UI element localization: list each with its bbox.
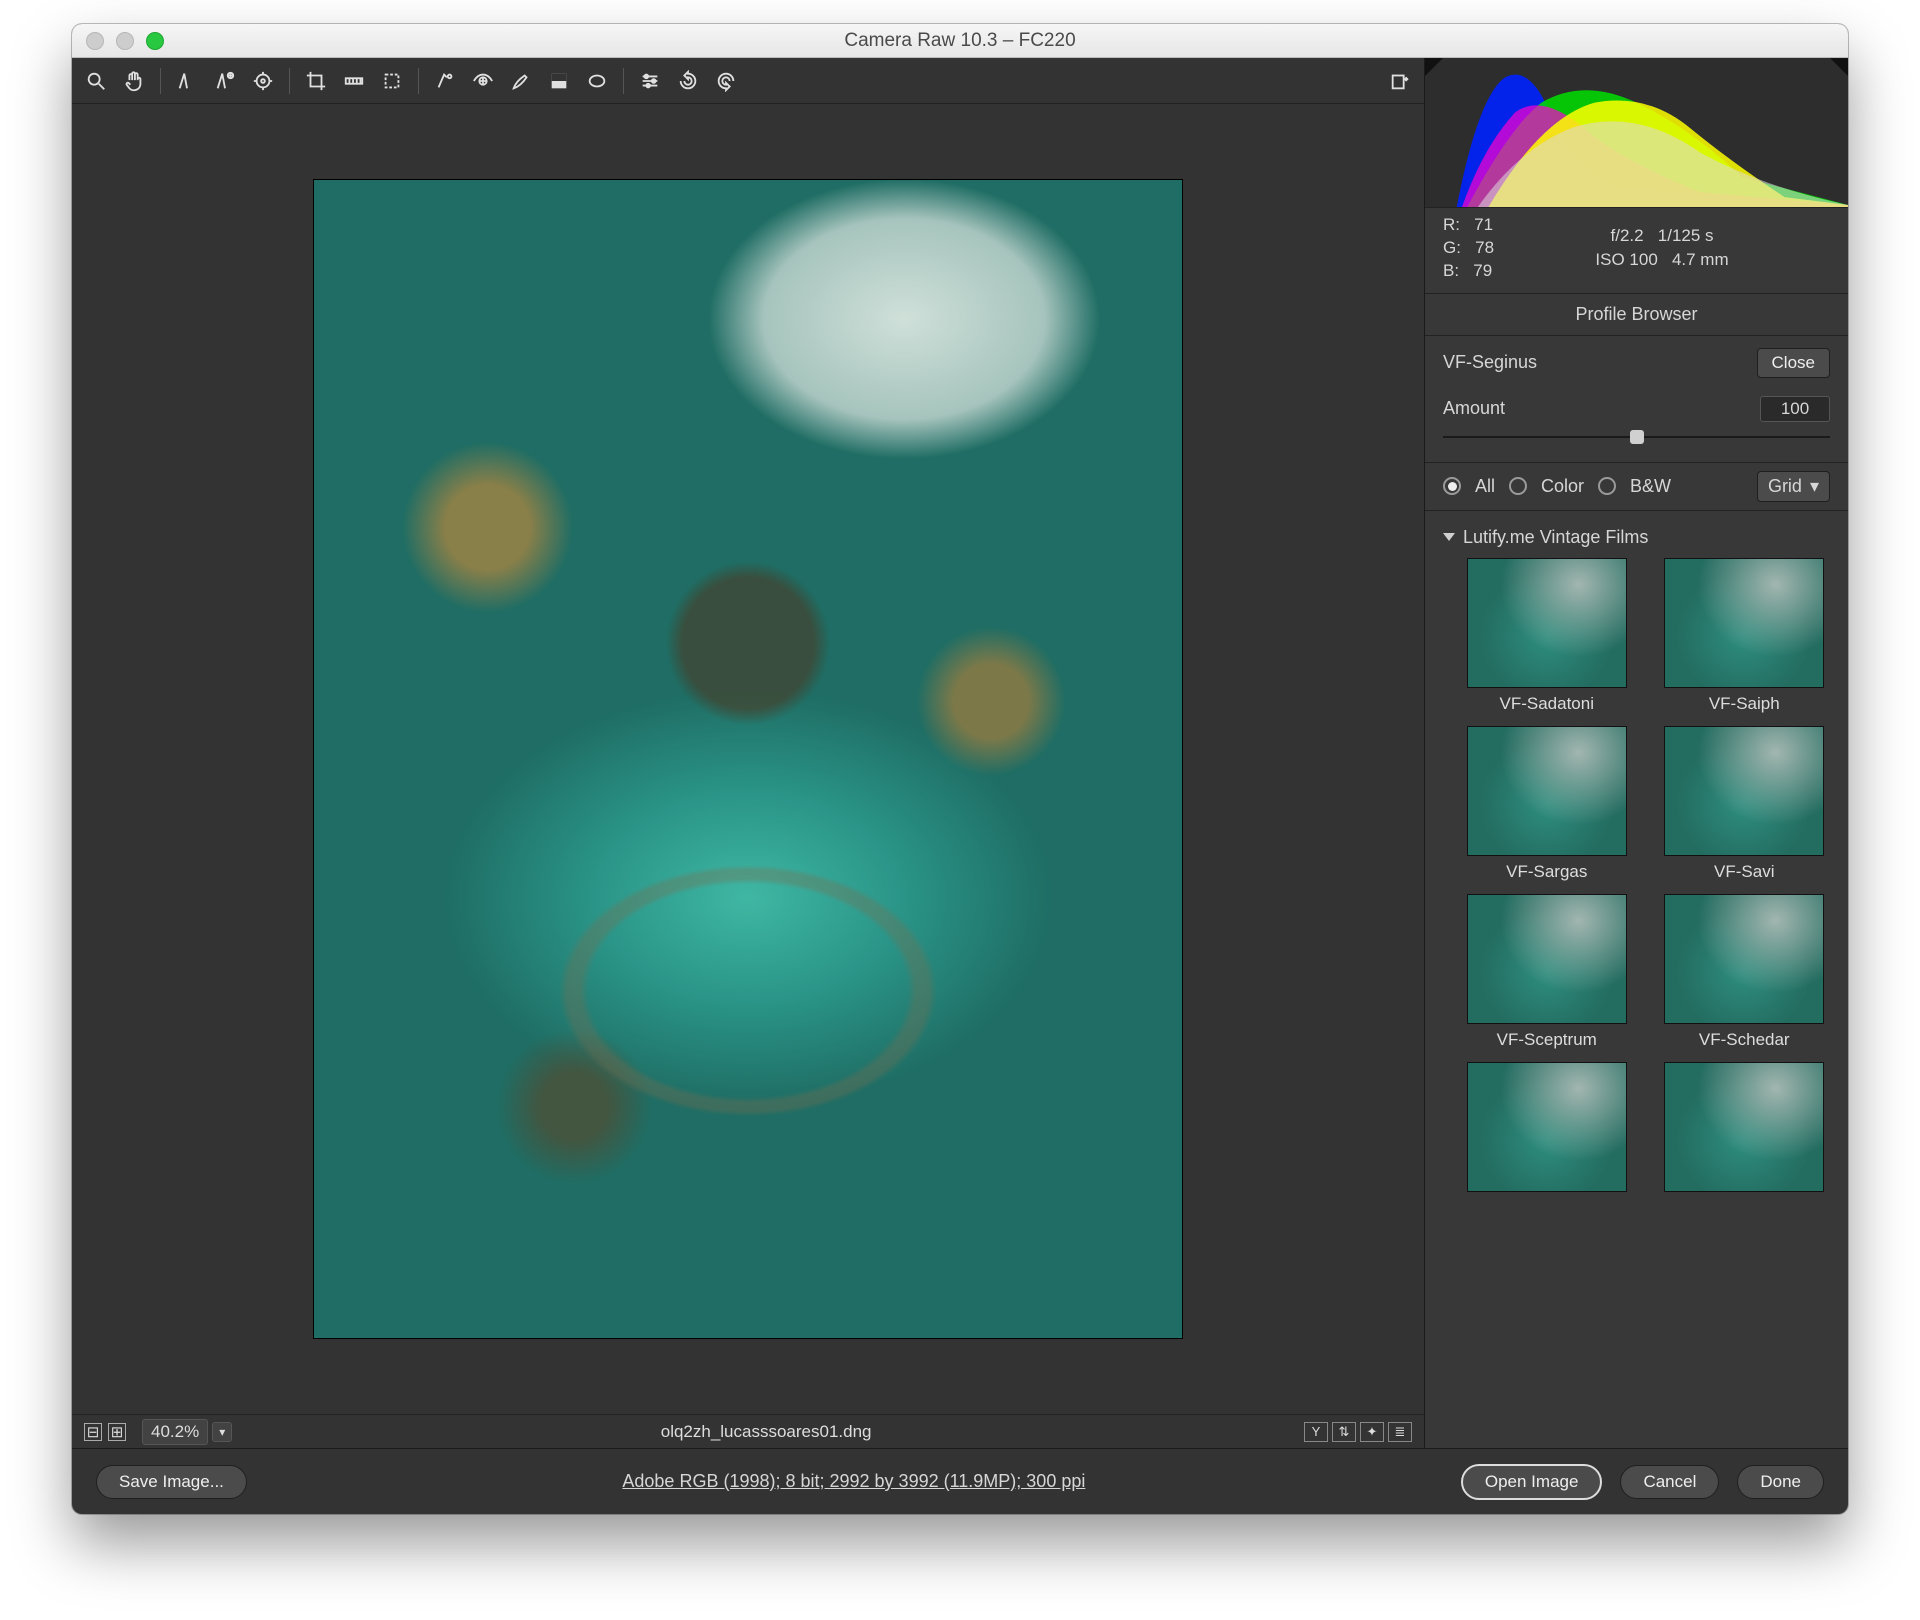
rgb-readout: R: 71 G: 78 B: 79 xyxy=(1443,214,1494,283)
profile-thumb-label: VF-Sadatoni xyxy=(1500,694,1595,714)
view-mode-select[interactable]: Grid ▾ xyxy=(1757,471,1830,502)
filter-bw-label: B&W xyxy=(1630,476,1671,497)
red-eye-icon[interactable] xyxy=(469,67,497,95)
profile-thumb-image xyxy=(1664,1062,1824,1192)
open-image-button[interactable]: Open Image xyxy=(1461,1464,1603,1500)
chevron-down-icon: ▾ xyxy=(1810,476,1819,497)
readout: R: 71 G: 78 B: 79 f/2.2 1/125 s ISO 100 … xyxy=(1425,208,1848,294)
filter-color-label: Color xyxy=(1541,476,1584,497)
histogram[interactable] xyxy=(1425,58,1848,208)
profile-thumb[interactable]: VF-Savi xyxy=(1655,726,1835,882)
profile-thumb-label: VF-Saiph xyxy=(1709,694,1780,714)
highlight-clip-icon[interactable] xyxy=(1830,58,1848,76)
left-pane: ⊟ ⊞ 40.2% ▾ olq2zh_lucasssoares01.dng Y … xyxy=(72,58,1424,1448)
zoom-out-icon[interactable]: ⊟ xyxy=(84,1423,102,1441)
profile-thumb-image xyxy=(1664,558,1824,688)
profile-thumb-image xyxy=(1467,558,1627,688)
filter-all-radio[interactable] xyxy=(1443,477,1461,495)
swap-icon[interactable]: ⇅ xyxy=(1332,1422,1356,1442)
window-title: Camera Raw 10.3 – FC220 xyxy=(72,30,1848,52)
profile-thumb[interactable]: VF-Saiph xyxy=(1655,558,1835,714)
amount-input[interactable]: 100 xyxy=(1760,396,1830,422)
save-image-button[interactable]: Save Image... xyxy=(96,1465,247,1499)
zoom-level[interactable]: 40.2% xyxy=(142,1419,208,1445)
disclosure-triangle-icon xyxy=(1443,533,1455,541)
before-after-icon[interactable]: Y xyxy=(1304,1422,1328,1442)
footer: Save Image... Adobe RGB (1998); 8 bit; 2… xyxy=(72,1448,1848,1514)
zoom-bar: ⊟ ⊞ 40.2% ▾ olq2zh_lucasssoares01.dng Y … xyxy=(72,1414,1424,1448)
app-window: Camera Raw 10.3 – FC220 xyxy=(72,24,1848,1514)
filter-all-label: All xyxy=(1475,476,1495,497)
profile-group-header[interactable]: Lutify.me Vintage Films xyxy=(1439,521,1834,558)
amount-label: Amount xyxy=(1443,398,1760,419)
filmstrip-icon[interactable]: ≣ xyxy=(1388,1422,1412,1442)
hand-tool-icon[interactable] xyxy=(120,67,148,95)
profile-thumb[interactable]: VF-Sargas xyxy=(1457,726,1637,882)
target-adjust-icon[interactable] xyxy=(249,67,277,95)
profile-thumb[interactable]: VF-Sceptrum xyxy=(1457,894,1637,1050)
open-copy-icon[interactable] xyxy=(1386,67,1414,95)
shadow-clip-icon[interactable] xyxy=(1425,58,1443,76)
adjustment-brush-icon[interactable] xyxy=(507,67,535,95)
workflow-link[interactable]: Adobe RGB (1998); 8 bit; 2992 by 3992 (1… xyxy=(265,1471,1443,1492)
done-button[interactable]: Done xyxy=(1737,1465,1824,1499)
filter-color-radio[interactable] xyxy=(1509,477,1527,495)
profile-thumb-label: VF-Savi xyxy=(1714,862,1774,882)
profile-thumb[interactable]: VF-Sadatoni xyxy=(1457,558,1637,714)
image-canvas[interactable] xyxy=(72,104,1424,1414)
profile-thumb[interactable] xyxy=(1655,1062,1835,1198)
amount-slider[interactable] xyxy=(1443,428,1830,446)
preview-image xyxy=(313,179,1183,1339)
profile-thumb[interactable]: VF-Schedar xyxy=(1655,894,1835,1050)
amount-row: Amount 100 xyxy=(1425,390,1848,462)
white-balance-icon[interactable] xyxy=(173,67,201,95)
filename-label: olq2zh_lucasssoares01.dng xyxy=(232,1422,1300,1442)
profile-thumb-label: VF-Sargas xyxy=(1506,862,1587,882)
profile-browser-header: Profile Browser xyxy=(1425,294,1848,336)
zoom-tool-icon[interactable] xyxy=(82,67,110,95)
profile-thumb[interactable] xyxy=(1457,1062,1637,1198)
titlebar: Camera Raw 10.3 – FC220 xyxy=(72,24,1848,58)
radial-filter-icon[interactable] xyxy=(583,67,611,95)
spot-removal-icon[interactable] xyxy=(431,67,459,95)
current-profile-name: VF-Seginus xyxy=(1443,352,1747,373)
rotate-ccw-icon[interactable] xyxy=(674,67,702,95)
cancel-button[interactable]: Cancel xyxy=(1620,1465,1719,1499)
close-button[interactable]: Close xyxy=(1757,348,1830,378)
snapshot-icon[interactable]: ✦ xyxy=(1360,1422,1384,1442)
right-panel: R: 71 G: 78 B: 79 f/2.2 1/125 s ISO 100 … xyxy=(1424,58,1848,1448)
transform-icon[interactable] xyxy=(378,67,406,95)
exif-readout: f/2.2 1/125 s ISO 100 4.7 mm xyxy=(1494,224,1830,273)
filter-row: All Color B&W Grid ▾ xyxy=(1425,462,1848,511)
profile-name-row: VF-Seginus Close xyxy=(1425,336,1848,390)
profile-thumb-label: VF-Sceptrum xyxy=(1497,1030,1597,1050)
profile-thumb-image xyxy=(1664,726,1824,856)
profile-thumb-image xyxy=(1467,894,1627,1024)
graduated-filter-icon[interactable] xyxy=(545,67,573,95)
profile-thumb-image xyxy=(1467,726,1627,856)
profile-thumb-image xyxy=(1664,894,1824,1024)
crop-icon[interactable] xyxy=(302,67,330,95)
profile-thumb-image xyxy=(1467,1062,1627,1192)
color-sampler-icon[interactable] xyxy=(211,67,239,95)
toolbar xyxy=(72,58,1424,104)
rotate-cw-icon[interactable] xyxy=(712,67,740,95)
filter-bw-radio[interactable] xyxy=(1598,477,1616,495)
profile-thumb-label: VF-Schedar xyxy=(1699,1030,1790,1050)
preferences-icon[interactable] xyxy=(636,67,664,95)
straighten-icon[interactable] xyxy=(340,67,368,95)
zoom-in-icon[interactable]: ⊞ xyxy=(108,1423,126,1441)
profile-list[interactable]: Lutify.me Vintage Films VF-Sadatoni VF-Sa… xyxy=(1425,511,1848,1448)
zoom-menu-chevron-icon[interactable]: ▾ xyxy=(212,1422,232,1442)
